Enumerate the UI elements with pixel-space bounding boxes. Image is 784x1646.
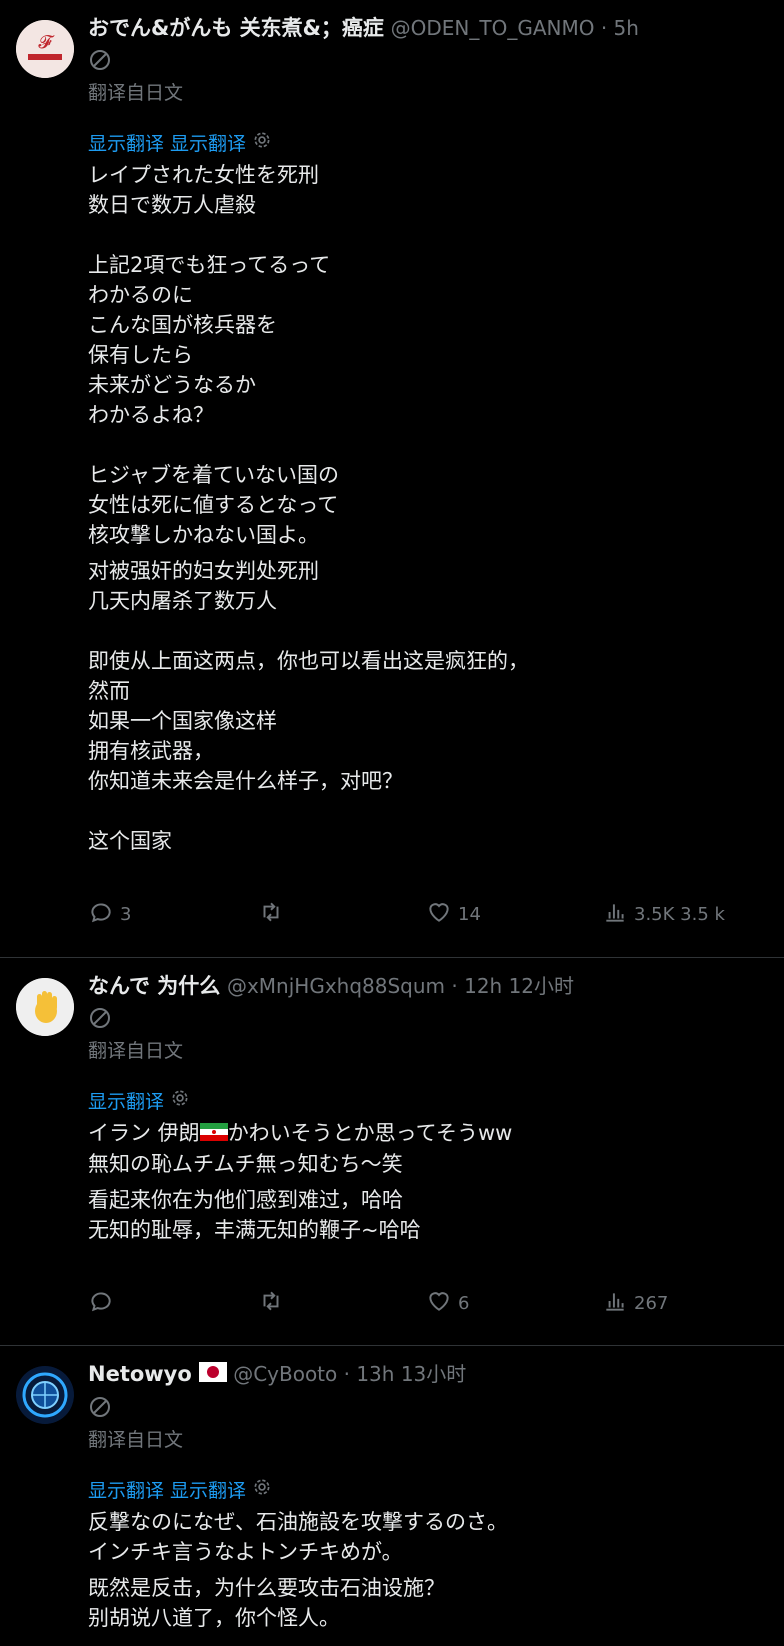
display-name[interactable]: おでん&がんも 关东煮&；癌症 (88, 16, 384, 40)
tweet-translated-text: 既然是反击，为什么要攻击石油设施？ 别胡说八道了，你个怪人。 (88, 1576, 445, 1630)
reply-button[interactable]: 3 (88, 899, 258, 930)
show-translation-label[interactable]: 显示翻译 显示翻译 (88, 1476, 246, 1503)
handle[interactable]: @CyBooto · 13h 13小时 (233, 1362, 466, 1386)
tweet-header: おでん&がんも 关东煮&；癌症 @ODEN_TO_GANMO · 5h (88, 14, 768, 42)
translated-from-label: 翻译自日文 (88, 82, 184, 104)
views-count: 267 (634, 1292, 669, 1314)
tweet-original-text-a: イラン 伊朗 (88, 1121, 200, 1145)
show-translation-link[interactable]: 显示翻译 显示翻译 (88, 1476, 768, 1503)
views-count: 3.5K 3.5 k (634, 903, 725, 925)
retweet-icon (258, 899, 284, 930)
like-count: 14 (458, 903, 481, 925)
no-entry-icon (88, 1395, 112, 1419)
like-button[interactable]: 14 (426, 899, 602, 930)
views-icon (602, 899, 628, 930)
retweet-button[interactable] (258, 899, 426, 930)
tweet-header: Netowyo @CyBooto · 13h 13小时 (88, 1360, 768, 1389)
like-icon (426, 899, 452, 930)
views-icon (602, 1288, 628, 1319)
avatar[interactable]: 𝓕 (16, 20, 74, 78)
reply-button[interactable] (88, 1288, 258, 1319)
display-name[interactable]: Netowyo (88, 1362, 192, 1386)
iran-flag-icon (199, 1119, 228, 1149)
handle[interactable]: @xMnjHGxhq88Squm · 12h 12小时 (227, 974, 574, 998)
reply-count: 3 (120, 903, 132, 925)
tweet-translated-text: 看起来你在为他们感到难过，哈哈 无知的耻辱，丰满无知的鞭子~哈哈 (88, 1188, 421, 1242)
reply-icon (88, 899, 114, 930)
tweet-original-text: イラン 伊朗 かわいそうとか思ってそうww 無知の恥ムチムチ無っ知むち〜笑 (88, 1118, 768, 1179)
reply-icon (88, 1288, 114, 1319)
like-button[interactable]: 6 (426, 1288, 602, 1319)
retweet-icon (258, 1288, 284, 1319)
display-name[interactable]: なんで 为什么 (88, 974, 220, 998)
gear-icon[interactable] (252, 1477, 272, 1502)
retweet-button[interactable] (258, 1288, 426, 1319)
views-button[interactable]: 3.5K 3.5 k (602, 899, 725, 930)
like-count: 6 (458, 1292, 470, 1314)
handle[interactable]: @ODEN_TO_GANMO · 5h (391, 16, 639, 40)
gear-icon[interactable] (252, 130, 272, 155)
translated-from-label: 翻译自日文 (88, 1429, 184, 1451)
show-translation-label[interactable]: 显示翻译 (88, 1087, 164, 1114)
show-translation-label[interactable]: 显示翻译 显示翻译 (88, 129, 246, 156)
tweet-translated-text: 对被强奸的妇女判处死刑 几天内屠杀了数万人 即使从上面这两点，你也可以看出这是疯… (88, 559, 529, 853)
no-entry-icon (88, 48, 112, 72)
translated-from-label: 翻译自日文 (88, 1040, 184, 1062)
views-button[interactable]: 267 (602, 1288, 668, 1319)
gear-icon[interactable] (170, 1088, 190, 1113)
avatar[interactable] (16, 978, 74, 1036)
show-translation-link[interactable]: 显示翻译 (88, 1087, 768, 1114)
japan-flag-icon (198, 1361, 227, 1389)
tweet-original-text: 反撃なのになぜ、石油施設を攻撃するのさ。 インチキ言うなよトンチキめが。 (88, 1510, 508, 1564)
show-translation-link[interactable]: 显示翻译 显示翻译 (88, 129, 768, 156)
waving-hand-icon (16, 978, 74, 1036)
avatar[interactable] (16, 1366, 74, 1424)
like-icon (426, 1288, 452, 1319)
tweet[interactable]: 𝓕 おでん&がんも 关东煮&；癌症 @ODEN_TO_GANMO · 5h 翻译… (0, 0, 784, 958)
tweet-original-text: レイプされた女性を死刑 数日で数万人虐殺 上記2項でも狂ってるって わかるのに … (88, 163, 339, 547)
tweet-header: なんで 为什么 @xMnjHGxhq88Squm · 12h 12小时 (88, 972, 768, 1000)
action-bar: 3 14 3.5K 3.5 k (88, 884, 768, 944)
no-entry-icon (88, 1006, 112, 1030)
tweet[interactable]: Netowyo @CyBooto · 13h 13小时 翻译自日文 显示翻译 显… (0, 1346, 784, 1646)
tweet[interactable]: なんで 为什么 @xMnjHGxhq88Squm · 12h 12小时 翻译自日… (0, 958, 784, 1346)
action-bar: 6 267 (88, 1273, 768, 1333)
